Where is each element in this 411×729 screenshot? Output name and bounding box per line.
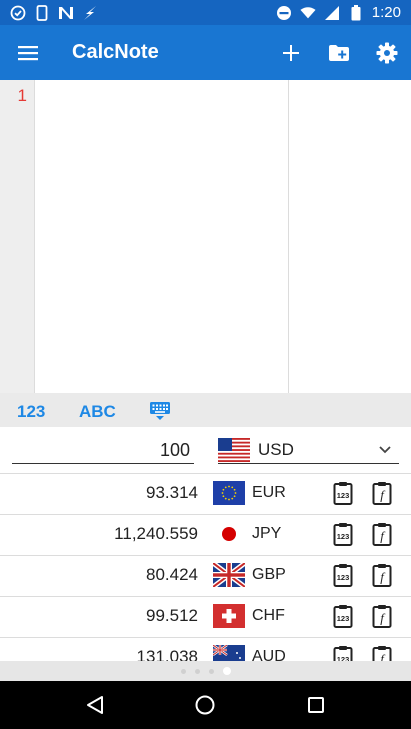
svg-text:f: f	[380, 488, 386, 503]
system-nav-bar	[0, 681, 411, 729]
svg-text:f: f	[380, 652, 386, 662]
eu-flag-icon	[213, 481, 245, 505]
rate-row: 11,240.559 JPY 123 f	[0, 514, 411, 555]
page-dot[interactable]	[194, 668, 200, 674]
svg-text:123: 123	[337, 491, 350, 500]
insert-number-button[interactable]: 123	[332, 562, 354, 588]
rate-row: 80.424 GBP 123 f	[0, 555, 411, 596]
clipboard-function-icon: f	[372, 523, 392, 546]
wifi-icon	[300, 5, 316, 21]
insert-function-button[interactable]: f	[371, 521, 393, 547]
rate-value: 93.314	[146, 483, 198, 502]
base-currency-code: USD	[258, 439, 294, 459]
hamburger-icon	[18, 45, 38, 60]
rate-value: 80.424	[146, 565, 198, 584]
rate-value: 131.038	[136, 647, 198, 661]
ch-flag-icon	[213, 604, 245, 628]
rate-value: 11,240.559	[114, 524, 198, 543]
clipboard-function-icon: f	[372, 605, 392, 628]
converter-input-row: 100 USD	[0, 427, 411, 473]
home-icon	[195, 695, 215, 715]
clipboard-number-icon: 123	[333, 564, 353, 587]
rate-row: 93.314 EUR 123 f	[0, 473, 411, 514]
clock-check-icon	[10, 5, 26, 21]
insert-number-button[interactable]: 123	[332, 521, 354, 547]
line-number-gutter: 1	[0, 80, 35, 393]
recents-icon	[307, 697, 324, 713]
insert-function-button[interactable]: f	[371, 562, 393, 588]
svg-text:123: 123	[337, 614, 350, 623]
rate-row: 131.038 AUD 123 f	[0, 637, 411, 661]
insert-function-button[interactable]: f	[371, 603, 393, 629]
jp-flag-icon	[213, 522, 245, 546]
page-indicator	[0, 661, 411, 681]
keyboard-tab-bar: 123 ABC	[0, 393, 411, 427]
svg-text:f: f	[380, 611, 386, 626]
rate-value: 99.512	[146, 606, 198, 625]
clipboard-number-icon: 123	[333, 646, 353, 661]
status-time: 1:20	[371, 4, 401, 21]
clipboard-number-icon: 123	[333, 523, 353, 546]
svg-text:f: f	[380, 570, 386, 585]
back-icon	[87, 696, 104, 714]
svg-text:123: 123	[337, 573, 350, 582]
lightning-icon	[82, 5, 98, 21]
us-flag-icon	[218, 437, 250, 462]
alpha-keyboard-tab[interactable]: ABC	[79, 402, 116, 422]
status-bar: 1:20	[0, 0, 411, 25]
svg-text:123: 123	[337, 532, 350, 541]
insert-function-button[interactable]: f	[371, 480, 393, 506]
rate-currency-code: AUD	[252, 648, 286, 661]
insert-number-button[interactable]: 123	[332, 644, 354, 661]
settings-icon	[376, 42, 398, 63]
rate-currency-code: CHF	[252, 607, 285, 624]
back-button[interactable]	[75, 685, 115, 725]
n-icon	[58, 5, 74, 21]
new-folder-button[interactable]	[315, 25, 363, 80]
recents-button[interactable]	[296, 685, 336, 725]
result-pane	[288, 80, 411, 393]
insert-number-button[interactable]: 123	[332, 480, 354, 506]
numeric-keyboard-tab[interactable]: 123	[17, 402, 45, 422]
rate-currency-code: JPY	[252, 525, 282, 542]
insert-number-button[interactable]: 123	[332, 603, 354, 629]
line-number: 1	[17, 86, 27, 105]
signal-icon	[324, 5, 340, 21]
rate-currency-code: EUR	[252, 484, 286, 501]
app-bar: CalcNote	[0, 25, 411, 80]
battery-icon	[348, 4, 364, 21]
add-button[interactable]	[267, 25, 315, 80]
rate-currency-code: GBP	[252, 566, 286, 583]
app-title: CalcNote	[72, 41, 159, 63]
page-dot[interactable]	[208, 668, 214, 674]
clipboard-number-icon: 123	[333, 482, 353, 505]
clipboard-number-icon: 123	[333, 605, 353, 628]
note-editor[interactable]: 1	[0, 80, 411, 393]
add-icon	[283, 44, 299, 61]
page-dot[interactable]	[180, 668, 186, 674]
base-currency-select[interactable]: USD	[218, 436, 399, 464]
home-button[interactable]	[185, 685, 225, 725]
amount-input[interactable]: 100	[12, 439, 194, 464]
clipboard-function-icon: f	[372, 646, 392, 662]
settings-button[interactable]	[363, 25, 411, 80]
au-flag-icon	[213, 645, 245, 661]
chevron-down-icon	[379, 445, 391, 453]
new-folder-icon	[329, 44, 349, 61]
svg-text:f: f	[380, 529, 386, 544]
rate-list: 93.314 EUR 123 f 11,240.559 JPY 123 f 80…	[0, 473, 411, 661]
currency-keyboard-tab[interactable]	[149, 401, 171, 426]
insert-function-button[interactable]: f	[371, 644, 393, 661]
uk-flag-icon	[213, 563, 245, 587]
clipboard-function-icon: f	[372, 482, 392, 505]
clipboard-function-icon: f	[372, 564, 392, 587]
rate-row: 99.512 CHF 123 f	[0, 596, 411, 637]
menu-button[interactable]	[0, 25, 56, 80]
do-not-disturb-icon	[276, 5, 292, 21]
phone-icon	[34, 4, 50, 21]
keyboard-icon	[150, 402, 170, 420]
page-dot-active[interactable]	[222, 667, 231, 675]
